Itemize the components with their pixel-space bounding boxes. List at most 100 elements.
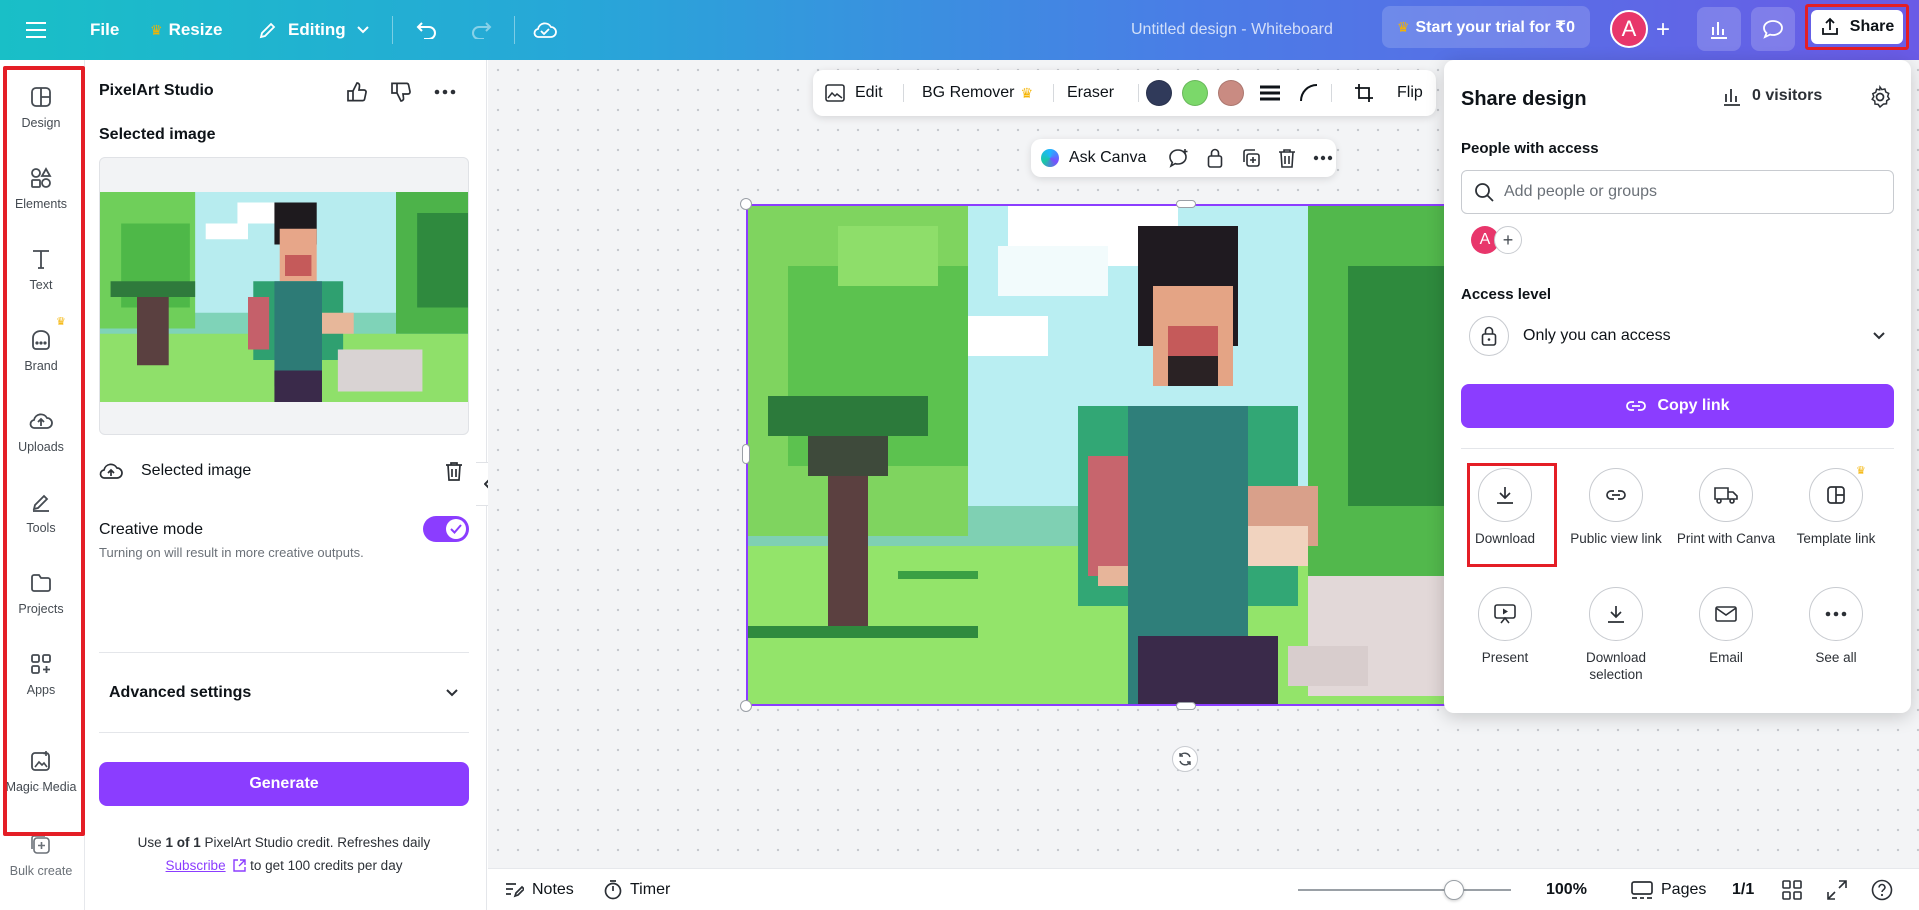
menu-icon[interactable] [26,0,46,60]
link-icon [1625,400,1647,412]
resize-handle[interactable] [742,444,750,464]
cloud-upload-icon[interactable] [99,461,123,481]
copy-link-button[interactable]: Copy link [1461,384,1894,428]
resize-handle[interactable] [1176,200,1196,208]
comments-button[interactable] [1751,7,1795,51]
invite-plus-icon[interactable]: + [1656,0,1670,60]
color-swatch-3[interactable] [1218,80,1244,106]
undo-icon[interactable] [416,0,438,60]
share-option-template-link[interactable]: Template link [1786,468,1886,547]
zoom-slider-track[interactable] [1298,889,1511,891]
rail-item-brand[interactable]: Brand ♛ [0,316,82,373]
more-options-icon[interactable] [423,78,467,106]
add-people-input[interactable] [1504,183,1884,201]
share-option-present[interactable]: Present [1455,587,1555,666]
rail-item-bulk-create[interactable]: Bulk create [0,832,82,878]
rotate-icon[interactable] [1172,746,1198,772]
rail-label: Tools [26,521,56,535]
generate-button[interactable]: Generate [99,762,469,806]
share-option-email[interactable]: Email [1676,587,1776,666]
toolbar-divider [1053,84,1054,102]
editing-mode-dropdown[interactable]: Editing [258,0,370,60]
share-option-download[interactable]: Download [1455,468,1555,547]
redo-icon[interactable] [470,0,492,60]
color-swatch-1[interactable] [1146,80,1172,106]
edit-label: Edit [855,84,883,101]
advanced-settings-toggle[interactable]: Advanced settings [99,670,469,716]
zoom-level[interactable]: 100% [1546,869,1587,910]
resize-handle[interactable] [1176,702,1196,710]
share-panel-title: Share design [1461,88,1587,110]
trial-label: Start your trial for ₹0 [1415,19,1576,36]
edit-image-button[interactable]: Edit [825,70,883,116]
share-option-public-view-link[interactable]: Public view link [1566,468,1666,547]
add-person-plus-icon[interactable]: + [1494,226,1522,254]
delete-icon[interactable] [1269,143,1305,173]
notes-button[interactable]: Notes [504,869,574,910]
ask-canva-button[interactable]: Ask Canva [1069,139,1146,177]
rail-item-projects[interactable]: Projects [0,570,82,616]
timer-button[interactable]: Timer [604,869,670,910]
color-swatch-2[interactable] [1182,80,1208,106]
thumbs-down-icon[interactable] [379,78,423,106]
thumbs-up-icon[interactable] [335,78,379,106]
creative-mode-label: Creative mode [99,521,204,538]
resize-button[interactable]: ♛ Resize [150,0,222,60]
selected-image-preview[interactable] [99,157,469,435]
flip-button[interactable]: Flip [1397,70,1423,116]
grid-view-icon[interactable] [1782,869,1802,910]
document-title[interactable]: Untitled design - Whiteboard [1131,0,1333,60]
comment-add-icon[interactable] [1161,143,1197,173]
rail-item-tools[interactable]: Tools [0,489,82,535]
notes-label: Notes [532,881,574,898]
fullscreen-icon[interactable] [1827,869,1847,910]
toolbar-divider [1138,84,1139,102]
share-option-print-with-canva[interactable]: Print with Canva [1676,468,1776,547]
crop-icon[interactable] [1354,70,1374,116]
access-level-dropdown[interactable]: Only you can access [1461,313,1894,359]
chevron-down-icon [1872,331,1886,341]
file-menu[interactable]: File [90,0,119,60]
selected-pixel-art-image[interactable] [746,204,1446,706]
rail-item-uploads[interactable]: Uploads [0,408,82,454]
rail-label: Apps [26,683,56,697]
start-trial-button[interactable]: ♛ Start your trial for ₹0 [1382,6,1590,48]
rail-item-magic-media[interactable]: Magic Media [0,748,82,794]
help-icon[interactable] [1871,869,1893,910]
share-option-see-all[interactable]: See all [1786,587,1886,666]
magic-media-icon [28,748,54,774]
option-label: Template link [1796,531,1876,546]
creative-mode-toggle[interactable] [423,516,469,542]
rail-item-text[interactable]: Text [0,246,82,292]
avatar[interactable]: A [1610,10,1648,48]
bg-remover-button[interactable]: BG Remover ♛ [922,70,1039,116]
duplicate-icon[interactable] [1233,143,1269,173]
subscribe-link[interactable]: Subscribe [166,858,226,873]
crown-icon: ♛ [1020,84,1034,101]
comment-icon [1762,19,1784,39]
insights-button[interactable] [1697,7,1741,51]
access-level-value: Only you can access [1523,327,1671,344]
elements-icon [28,165,54,191]
more-options-icon[interactable] [1305,143,1341,173]
zoom-slider-thumb[interactable] [1444,880,1464,900]
rail-item-apps[interactable]: Apps [0,651,82,697]
visitors-button[interactable]: 0 visitors [1722,86,1822,106]
resize-handle[interactable] [740,700,752,712]
corner-rounding-icon[interactable] [1299,70,1319,116]
add-people-field[interactable] [1461,170,1894,214]
border-style-icon[interactable] [1260,70,1280,116]
rail-item-elements[interactable]: Elements [0,165,82,211]
gear-icon[interactable] [1868,85,1892,109]
trash-icon[interactable] [439,456,469,486]
share-button[interactable]: Share [1811,10,1903,44]
pages-button[interactable]: Pages [1631,869,1706,910]
timer-label: Timer [630,881,671,898]
cloud-saved-icon[interactable] [533,0,557,60]
pages-label: Pages [1661,881,1707,898]
rail-item-design[interactable]: Design [0,84,82,130]
resize-handle[interactable] [740,198,752,210]
share-option-download-selection[interactable]: Download selection [1566,587,1666,683]
lock-icon[interactable] [1197,143,1233,173]
eraser-button[interactable]: Eraser [1067,70,1114,116]
